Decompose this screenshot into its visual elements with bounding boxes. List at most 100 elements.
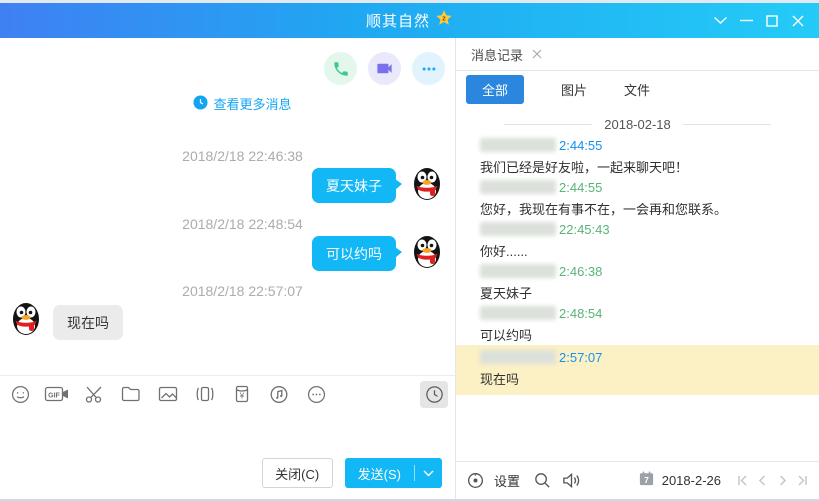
first-page-icon[interactable] [736, 474, 749, 487]
titlebar: 顺其自然 z [0, 3, 819, 38]
history-content: 2018-02-18 2:44:55 我们已经是好友啦，一起来聊天吧！ 2:44… [456, 108, 819, 461]
voice-call-icon[interactable] [324, 52, 357, 85]
qq-chat-window: 顺其自然 z 查看更多消息 2018/2/18 22:46:38 夏天妹子 20… [0, 0, 819, 501]
history-entry-highlighted: 2:57:07 现在吗 [456, 345, 819, 395]
entry-time: 2:44:55 [559, 179, 603, 195]
red-packet-icon[interactable]: ¥ [227, 380, 257, 408]
sent-message-row: 可以约吗 [312, 233, 445, 271]
send-button[interactable]: 发送(S) [344, 458, 442, 488]
search-icon[interactable] [533, 471, 552, 490]
svg-text:¥: ¥ [239, 392, 245, 401]
svg-text:z: z [442, 14, 446, 23]
close-button[interactable]: 关闭(C) [261, 458, 333, 488]
chat-timestamp: 2018/2/18 22:46:38 [182, 148, 303, 164]
filter-images[interactable]: 图片 [561, 80, 587, 99]
view-more-messages-link[interactable]: 查看更多消息 [0, 94, 455, 113]
redacted-name [480, 222, 556, 236]
sent-message-bubble: 可以约吗 [312, 236, 402, 271]
sent-message-row: 夏天妹子 [312, 165, 445, 203]
title-wrap: 顺其自然 z [366, 9, 453, 32]
window-title: 顺其自然 [365, 13, 430, 30]
redacted-name [480, 350, 556, 364]
screenshot-scissors-icon[interactable] [79, 380, 109, 408]
redacted-name [480, 138, 556, 152]
received-message-row: 现在吗 [8, 300, 123, 340]
emoji-icon[interactable] [5, 380, 35, 408]
redacted-name [480, 264, 556, 278]
qq-penguin-avatar[interactable] [409, 233, 445, 269]
separator-line [682, 124, 771, 125]
next-page-icon[interactable] [776, 474, 789, 487]
history-entry: 22:45:43 你好...... [456, 219, 819, 261]
filter-all[interactable]: 全部 [466, 75, 525, 104]
entry-time: 2:48:54 [559, 305, 603, 321]
entry-text: 夏天妹子 [480, 285, 533, 301]
separator-line [504, 124, 593, 125]
chevron-down-icon[interactable] [707, 9, 733, 33]
minimize-icon[interactable] [733, 9, 759, 33]
star-badge-icon: z [435, 9, 453, 32]
entry-text: 现在吗 [480, 371, 520, 387]
qq-penguin-avatar[interactable] [8, 300, 44, 336]
qq-penguin-avatar[interactable] [409, 165, 445, 201]
settings-icon[interactable] [466, 471, 485, 490]
send-options-chevron-icon[interactable] [415, 470, 442, 477]
sent-message-bubble: 夏天妹子 [312, 168, 402, 203]
window-shake-icon[interactable] [190, 380, 220, 408]
history-filters: 全部 图片 文件 [456, 71, 819, 108]
chat-timestamp: 2018/2/18 22:57:07 [182, 283, 303, 299]
input-toolbar: GIF ¥ [0, 375, 455, 412]
maximize-icon[interactable] [759, 9, 785, 33]
more-options-icon[interactable] [412, 52, 445, 85]
speaker-icon[interactable] [561, 471, 582, 490]
folder-icon[interactable] [116, 380, 146, 408]
message-history-panel: 消息记录 全部 图片 文件 2018-02-18 2:44:55 我们已经是好友… [456, 38, 819, 499]
entry-text: 可以约吗 [480, 327, 533, 343]
history-footer: 设置 7 2018-2-26 [456, 461, 819, 499]
chat-footer: 关闭(C) 发送(S) [261, 458, 442, 488]
svg-text:7: 7 [644, 474, 649, 484]
more-tools-icon[interactable] [301, 380, 331, 408]
send-button-label: 发送(S) [357, 466, 401, 482]
entry-text: 您好，我现在有事不在，一会再和您联系。 [480, 201, 728, 217]
received-message-bubble: 现在吗 [53, 305, 123, 340]
redacted-name [480, 180, 556, 194]
history-entry: 2:46:38 夏天妹子 [456, 261, 819, 303]
clock-icon [193, 94, 209, 113]
close-icon[interactable] [785, 9, 811, 33]
calendar-icon[interactable]: 7 [638, 470, 655, 492]
history-entry: 2:44:55 您好，我现在有事不在，一会再和您联系。 [456, 177, 819, 219]
chat-actions [324, 52, 445, 85]
message-history-clock-icon[interactable] [420, 380, 448, 408]
history-entry: 2:44:55 我们已经是好友啦，一起来聊天吧！ [456, 135, 819, 177]
entry-text: 我们已经是好友啦，一起来聊天吧！ [480, 159, 689, 175]
redacted-name [480, 306, 556, 320]
settings-label[interactable]: 设置 [494, 471, 520, 490]
prev-page-icon[interactable] [756, 474, 769, 487]
separator-date: 2018-02-18 [604, 117, 671, 132]
entry-time: 2:46:38 [559, 263, 603, 279]
chat-pane: 查看更多消息 2018/2/18 22:46:38 夏天妹子 2018/2/18… [0, 38, 456, 499]
entry-time: 22:45:43 [559, 221, 610, 237]
music-icon[interactable] [264, 380, 294, 408]
video-call-icon[interactable] [368, 52, 401, 85]
view-more-label: 查看更多消息 [213, 97, 292, 112]
message-input[interactable] [0, 413, 455, 447]
tab-close-icon[interactable] [532, 48, 542, 61]
history-date-nav: 7 2018-2-26 [638, 470, 809, 492]
history-date: 2018-2-26 [661, 473, 721, 488]
filter-files[interactable]: 文件 [624, 80, 650, 99]
entry-time: 2:44:55 [559, 137, 603, 153]
main-area: 查看更多消息 2018/2/18 22:46:38 夏天妹子 2018/2/18… [0, 38, 819, 499]
last-page-icon[interactable] [796, 474, 809, 487]
history-entry: 2:48:54 可以约吗 [456, 303, 819, 345]
image-icon[interactable] [153, 380, 183, 408]
window-controls [707, 3, 811, 38]
history-tabbar: 消息记录 [456, 38, 819, 71]
date-separator: 2018-02-18 [456, 117, 819, 132]
svg-text:GIF: GIF [48, 393, 60, 400]
tab-message-history[interactable]: 消息记录 [471, 45, 523, 64]
entry-time: 2:57:07 [559, 349, 603, 365]
gif-icon[interactable]: GIF [42, 380, 72, 408]
entry-text: 你好...... [480, 243, 528, 259]
